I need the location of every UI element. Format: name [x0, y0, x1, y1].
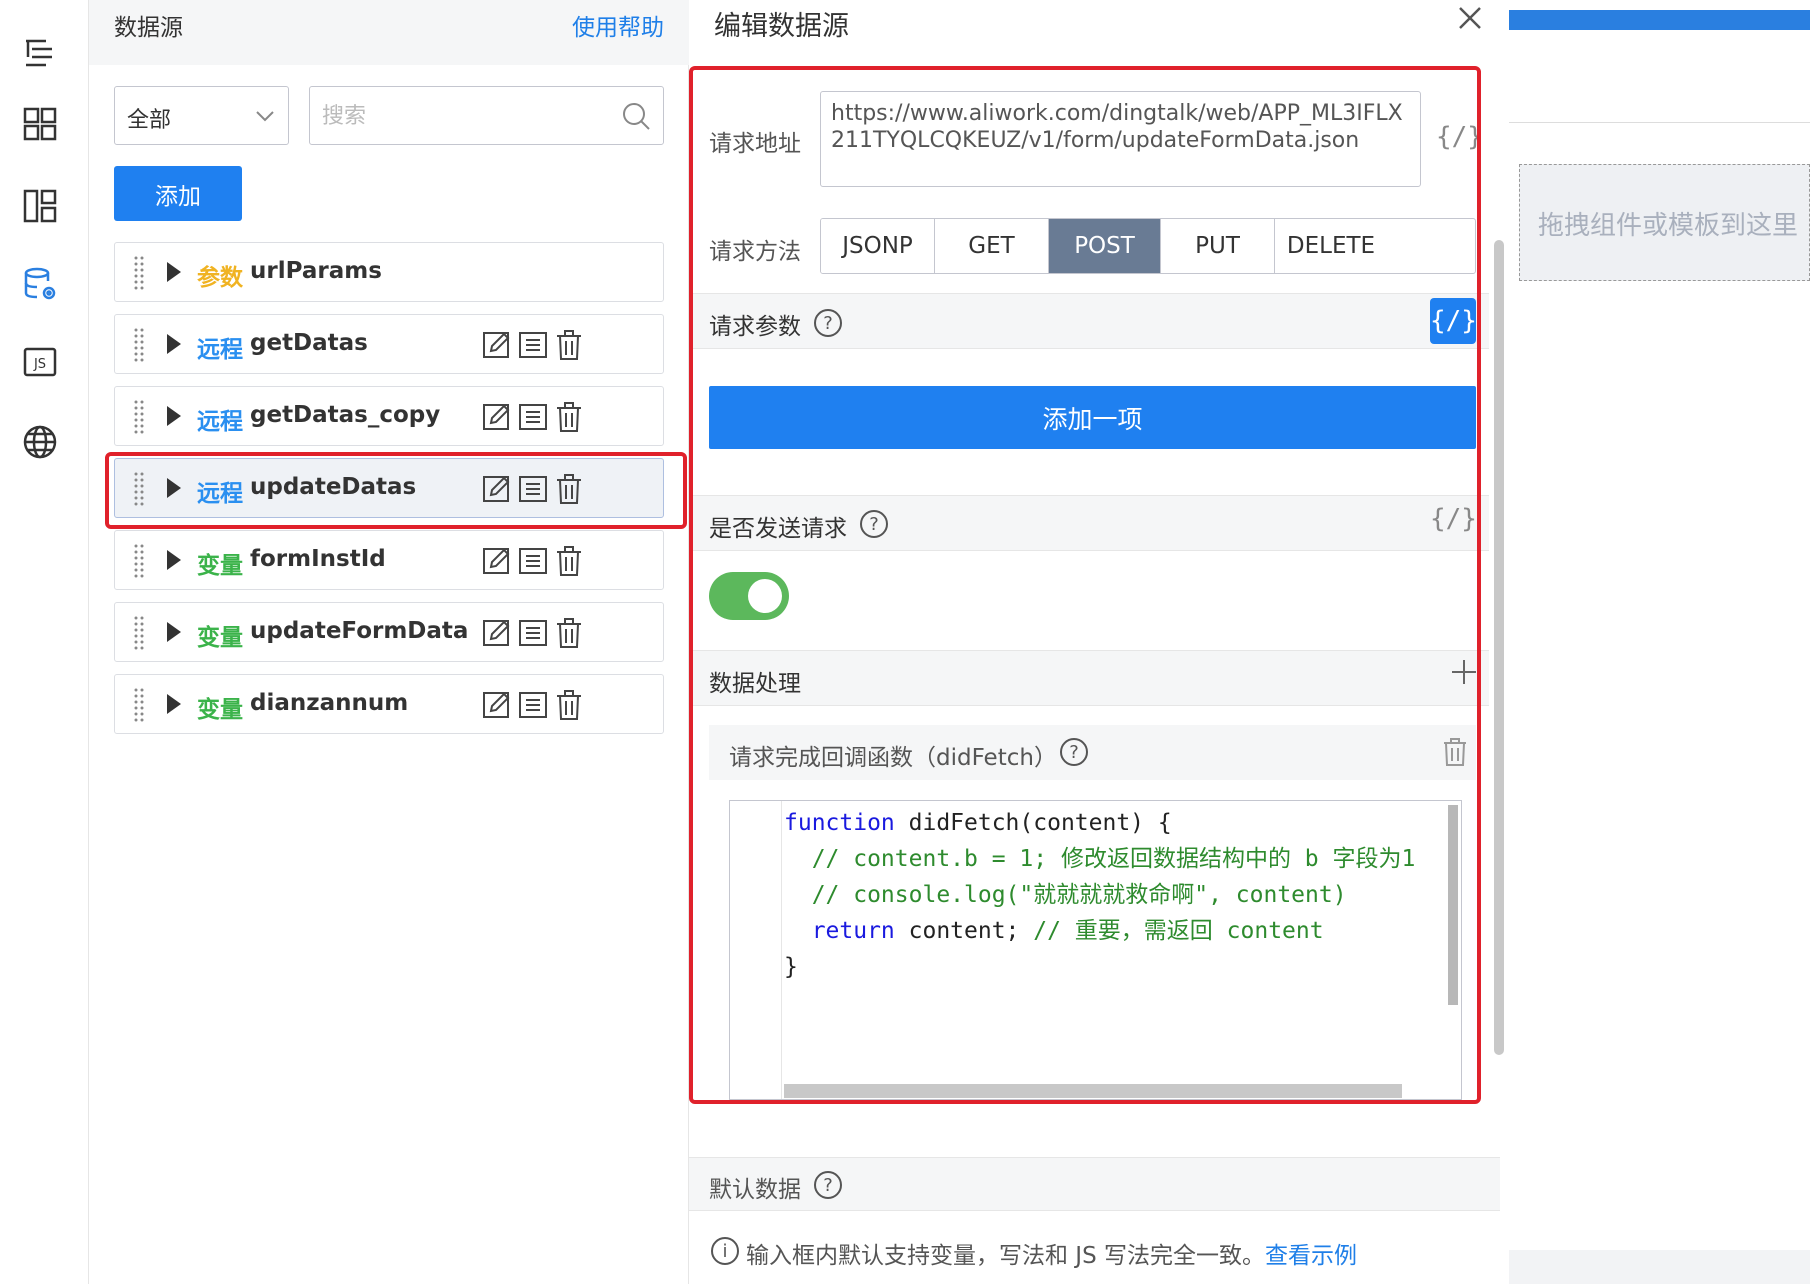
datasource-kind: 远程	[197, 337, 243, 363]
edit-icon[interactable]	[482, 401, 512, 433]
expand-triangle-icon[interactable]	[167, 622, 181, 642]
copy-list-icon[interactable]	[518, 617, 548, 649]
edit-icon[interactable]	[482, 329, 512, 361]
js-code-icon[interactable]: JS	[22, 344, 58, 380]
trash-icon[interactable]	[554, 617, 584, 649]
expand-triangle-icon[interactable]	[167, 262, 181, 282]
search-box	[309, 86, 664, 145]
copy-list-icon[interactable]	[518, 329, 548, 361]
datasource-kind: 参数	[197, 265, 243, 291]
expand-triangle-icon[interactable]	[167, 334, 181, 354]
note-text: 输入框内默认支持变量，写法和 JS 写法完全一致。	[746, 1243, 1266, 1269]
datasource-item[interactable]: 变量 updateFormData	[114, 602, 664, 662]
copy-list-icon[interactable]	[518, 689, 548, 721]
edit-icon[interactable]	[482, 545, 512, 577]
search-input[interactable]	[322, 99, 602, 133]
trash-icon[interactable]	[554, 329, 584, 361]
datasource-kind: 变量	[197, 553, 243, 579]
datasource-title: 数据源	[114, 15, 183, 41]
datasource-name: urlParams	[250, 258, 382, 284]
drop-zone[interactable]: 拖拽组件或模板到这里	[1519, 164, 1810, 281]
close-icon[interactable]	[1454, 2, 1486, 34]
drag-handle-icon[interactable]	[133, 687, 145, 723]
type-filter-value: 全部	[127, 108, 172, 133]
drag-handle-icon[interactable]	[133, 615, 145, 651]
trash-icon[interactable]	[554, 545, 584, 577]
datasource-name: formInstId	[250, 546, 386, 572]
info-icon: i	[711, 1237, 739, 1265]
panel-scrollbar[interactable]	[1494, 240, 1504, 1055]
datasource-item[interactable]: 变量 dianzannum	[114, 674, 664, 734]
icon-rail: JS	[0, 0, 89, 1284]
trash-icon[interactable]	[554, 689, 584, 721]
drag-handle-icon[interactable]	[133, 543, 145, 579]
copy-list-icon[interactable]	[518, 401, 548, 433]
svg-text:JS: JS	[33, 357, 46, 372]
edit-icon[interactable]	[482, 617, 512, 649]
datasource-name: getDatas	[250, 330, 368, 356]
add-datasource-button[interactable]: 添加	[114, 166, 242, 221]
canvas-bottom	[1509, 1250, 1810, 1284]
type-filter-select[interactable]: 全部	[114, 86, 289, 145]
datasource-item[interactable]: 参数 urlParams	[114, 242, 664, 302]
datasource-item[interactable]: 远程 getDatas	[114, 314, 664, 374]
datasource-kind: 变量	[197, 697, 243, 723]
datasource-name: getDatas_copy	[250, 402, 441, 428]
help-link[interactable]: 使用帮助	[572, 8, 664, 42]
expand-triangle-icon[interactable]	[167, 550, 181, 570]
selected-highlight-box	[105, 452, 687, 529]
drag-handle-icon[interactable]	[133, 399, 145, 435]
drag-handle-icon[interactable]	[133, 255, 145, 291]
datasource-kind: 变量	[197, 625, 243, 651]
view-example-link[interactable]: 查看示例	[1265, 1243, 1357, 1269]
datasource-item[interactable]: 远程 getDatas_copy	[114, 386, 664, 446]
edit-panel-title: 编辑数据源	[714, 11, 849, 42]
drop-hint: 拖拽组件或模板到这里	[1538, 211, 1799, 241]
trash-icon[interactable]	[554, 401, 584, 433]
datasource-name: dianzannum	[250, 690, 409, 716]
variable-note: 输入框内默认支持变量，写法和 JS 写法完全一致。查看示例	[746, 1236, 1357, 1270]
chevron-down-icon	[256, 111, 274, 122]
drag-handle-icon[interactable]	[133, 327, 145, 363]
globe-icon[interactable]	[22, 424, 58, 460]
default-data-section: 默认数据 ?	[689, 1157, 1500, 1211]
layout-template-icon[interactable]	[22, 188, 58, 224]
expand-triangle-icon[interactable]	[167, 694, 181, 714]
edit-highlight-box	[689, 66, 1481, 1104]
canvas-topbar	[1509, 10, 1810, 30]
copy-list-icon[interactable]	[518, 545, 548, 577]
datasource-item[interactable]: 变量 formInstId	[114, 530, 664, 590]
datasource-settings-icon[interactable]	[22, 266, 58, 302]
datasource-header: 数据源 使用帮助	[89, 0, 689, 65]
datasource-panel: 数据源 使用帮助 全部 添加 参数 urlParams 远程 getDatas 远程 ge…	[89, 0, 689, 1284]
design-canvas: 拖拽组件或模板到这里	[1509, 0, 1810, 1284]
app-root: JS 数据源 使用帮助 全部 添加 参数urlParams远程getDatas远…	[0, 0, 1810, 1284]
canvas-divider	[1509, 122, 1810, 123]
search-icon[interactable]	[621, 101, 651, 131]
help-question-icon[interactable]: ?	[814, 1171, 842, 1199]
components-grid-icon[interactable]	[22, 106, 58, 142]
default-data-label: 默认数据	[709, 1177, 801, 1203]
edit-icon[interactable]	[482, 689, 512, 721]
datasource-name: updateFormData	[250, 618, 469, 644]
datasource-kind: 远程	[197, 409, 243, 435]
outline-tree-icon[interactable]	[22, 34, 58, 70]
expand-triangle-icon[interactable]	[167, 406, 181, 426]
